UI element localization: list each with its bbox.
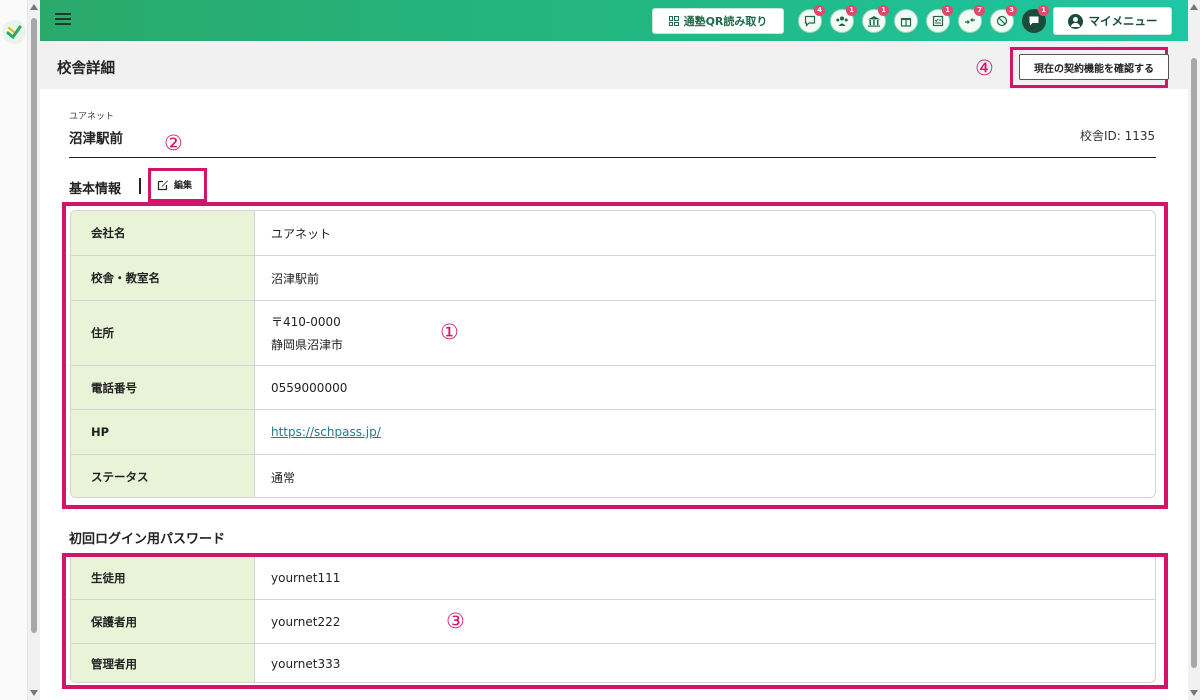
table-row: 保護者用 yournet222 xyxy=(71,600,1155,644)
table-row: 会社名 ユアネット xyxy=(71,211,1155,256)
contract-features-button[interactable]: 現在の契約機能を確認する xyxy=(1019,54,1169,80)
table-row: 生徒用 yournet111 xyxy=(71,557,1155,600)
notification-badge: 3 xyxy=(1006,5,1017,16)
scroll-thumb[interactable] xyxy=(1191,58,1197,668)
clipped-header-text: … xyxy=(1120,34,1128,43)
homepage-link[interactable]: https://schpass.jp/ xyxy=(271,425,1155,439)
annotation-marker-2: ② xyxy=(164,131,183,155)
message-icon[interactable]: 1 xyxy=(1022,5,1049,33)
annotation-marker-4: ④ xyxy=(975,56,994,80)
header-divider xyxy=(69,157,1156,158)
row-label: 保護者用 xyxy=(71,600,255,643)
app-logo-icon[interactable] xyxy=(2,20,26,44)
basic-info-title: 基本情報 xyxy=(69,182,122,197)
edit-button[interactable]: 編集 xyxy=(157,178,192,191)
row-label: 電話番号 xyxy=(71,366,255,409)
row-value: yournet333 xyxy=(271,656,341,671)
edit-label: 編集 xyxy=(174,181,193,191)
people-icon[interactable]: 1 xyxy=(830,5,857,33)
row-value: 通常 xyxy=(271,470,296,485)
row-label: 生徒用 xyxy=(71,557,255,599)
row-value: 沼津駅前 xyxy=(271,271,320,286)
row-value: yournet222 xyxy=(271,614,341,629)
checklist-icon[interactable]: 1 xyxy=(926,5,953,33)
table-row: 電話番号 0559000000 xyxy=(71,366,1155,410)
row-label: 会社名 xyxy=(71,211,255,255)
qr-code-icon xyxy=(668,16,679,26)
notification-badge: 4 xyxy=(814,5,825,16)
qr-scan-button-label: 通塾QR読み取り xyxy=(683,15,768,28)
hamburger-menu-icon[interactable] xyxy=(55,13,71,27)
row-label: 住所 xyxy=(71,301,255,365)
right-scrollbar[interactable] xyxy=(1188,0,1200,700)
account-circle-icon xyxy=(1067,13,1083,29)
address: 静岡県沼津市 xyxy=(271,338,344,352)
my-menu-button[interactable]: マイメニュー xyxy=(1053,7,1172,35)
row-label: 校舎・教室名 xyxy=(71,256,255,300)
top-header: 通塾QR読み取り 4 1 1 1 7 3 1 マイメニュー xyxy=(40,0,1188,41)
notification-badge: 7 xyxy=(974,5,985,16)
school-name-heading: 沼津駅前 xyxy=(69,131,123,147)
chat-bubble-icon[interactable]: 4 xyxy=(798,5,825,33)
scroll-down-arrow-icon[interactable] xyxy=(1190,690,1198,696)
password-table: 生徒用 yournet111 保護者用 yournet222 管理者用 your… xyxy=(70,557,1156,683)
table-row: 校舎・教室名 沼津駅前 xyxy=(71,256,1155,301)
notification-badge: 1 xyxy=(878,5,889,16)
school-id: 校舎ID: 1135 xyxy=(1080,129,1156,143)
qr-scan-button[interactable]: 通塾QR読み取り xyxy=(652,8,784,34)
table-row: ステータス 通常 xyxy=(71,455,1155,497)
scroll-down-arrow-icon[interactable] xyxy=(30,690,38,696)
left-scrollbar[interactable] xyxy=(28,0,40,700)
school-building-icon[interactable]: 1 xyxy=(862,5,889,33)
password-section-title: 初回ログイン用パスワード xyxy=(69,532,226,547)
row-label: ステータス xyxy=(71,455,255,497)
scroll-thumb[interactable] xyxy=(31,18,37,633)
notification-badge: 1 xyxy=(846,5,857,16)
row-value: 0559000000 xyxy=(271,380,348,395)
edit-pencil-icon xyxy=(157,180,168,190)
annotation-marker-1: ① xyxy=(440,320,459,344)
swap-arrows-icon[interactable]: 7 xyxy=(958,5,985,33)
table-row: 住所 〒410-0000 静岡県沼津市 xyxy=(71,301,1155,366)
company-name-caption: ユアネット xyxy=(69,112,115,122)
table-row: 管理者用 yournet333 xyxy=(71,644,1155,682)
postal-code: 〒410-0000 xyxy=(271,315,341,329)
row-value: yournet111 xyxy=(271,571,341,585)
row-label: 管理者用 xyxy=(71,644,255,682)
scroll-up-arrow-icon[interactable] xyxy=(30,4,38,10)
left-rail xyxy=(0,0,28,700)
row-label: HP xyxy=(71,410,255,454)
table-row: HP https://schpass.jp/ xyxy=(71,410,1155,455)
row-value: ユアネット xyxy=(271,226,332,241)
basic-info-table: 会社名 ユアネット 校舎・教室名 沼津駅前 住所 〒410-0000 静岡県沼津… xyxy=(70,210,1156,498)
annotation-marker-3: ③ xyxy=(446,609,465,633)
gift-icon[interactable] xyxy=(894,9,918,33)
page-title: 校舎詳細 xyxy=(57,61,115,77)
notification-badge: 1 xyxy=(1038,5,1049,16)
blocked-badge-icon[interactable]: 3 xyxy=(990,5,1017,33)
scroll-up-arrow-icon[interactable] xyxy=(1190,4,1198,10)
notification-badge: 1 xyxy=(942,5,953,16)
my-menu-label: マイメニュー xyxy=(1088,14,1158,28)
title-separator xyxy=(139,178,141,194)
